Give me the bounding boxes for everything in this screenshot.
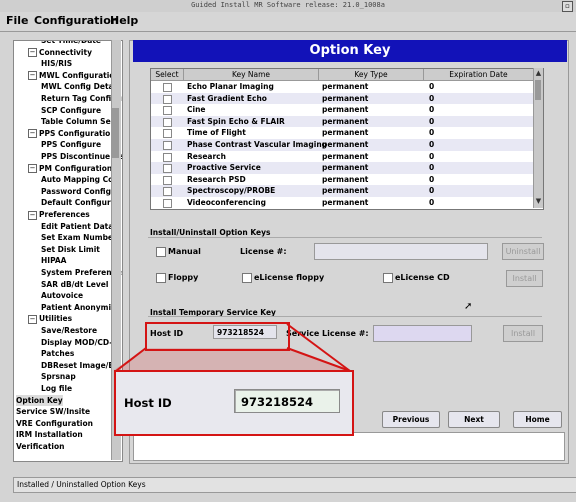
- host-id-highlight: [145, 322, 290, 351]
- callout-host-id-field: 973218524: [234, 389, 340, 413]
- callout-host-id-label: Host ID: [124, 396, 172, 410]
